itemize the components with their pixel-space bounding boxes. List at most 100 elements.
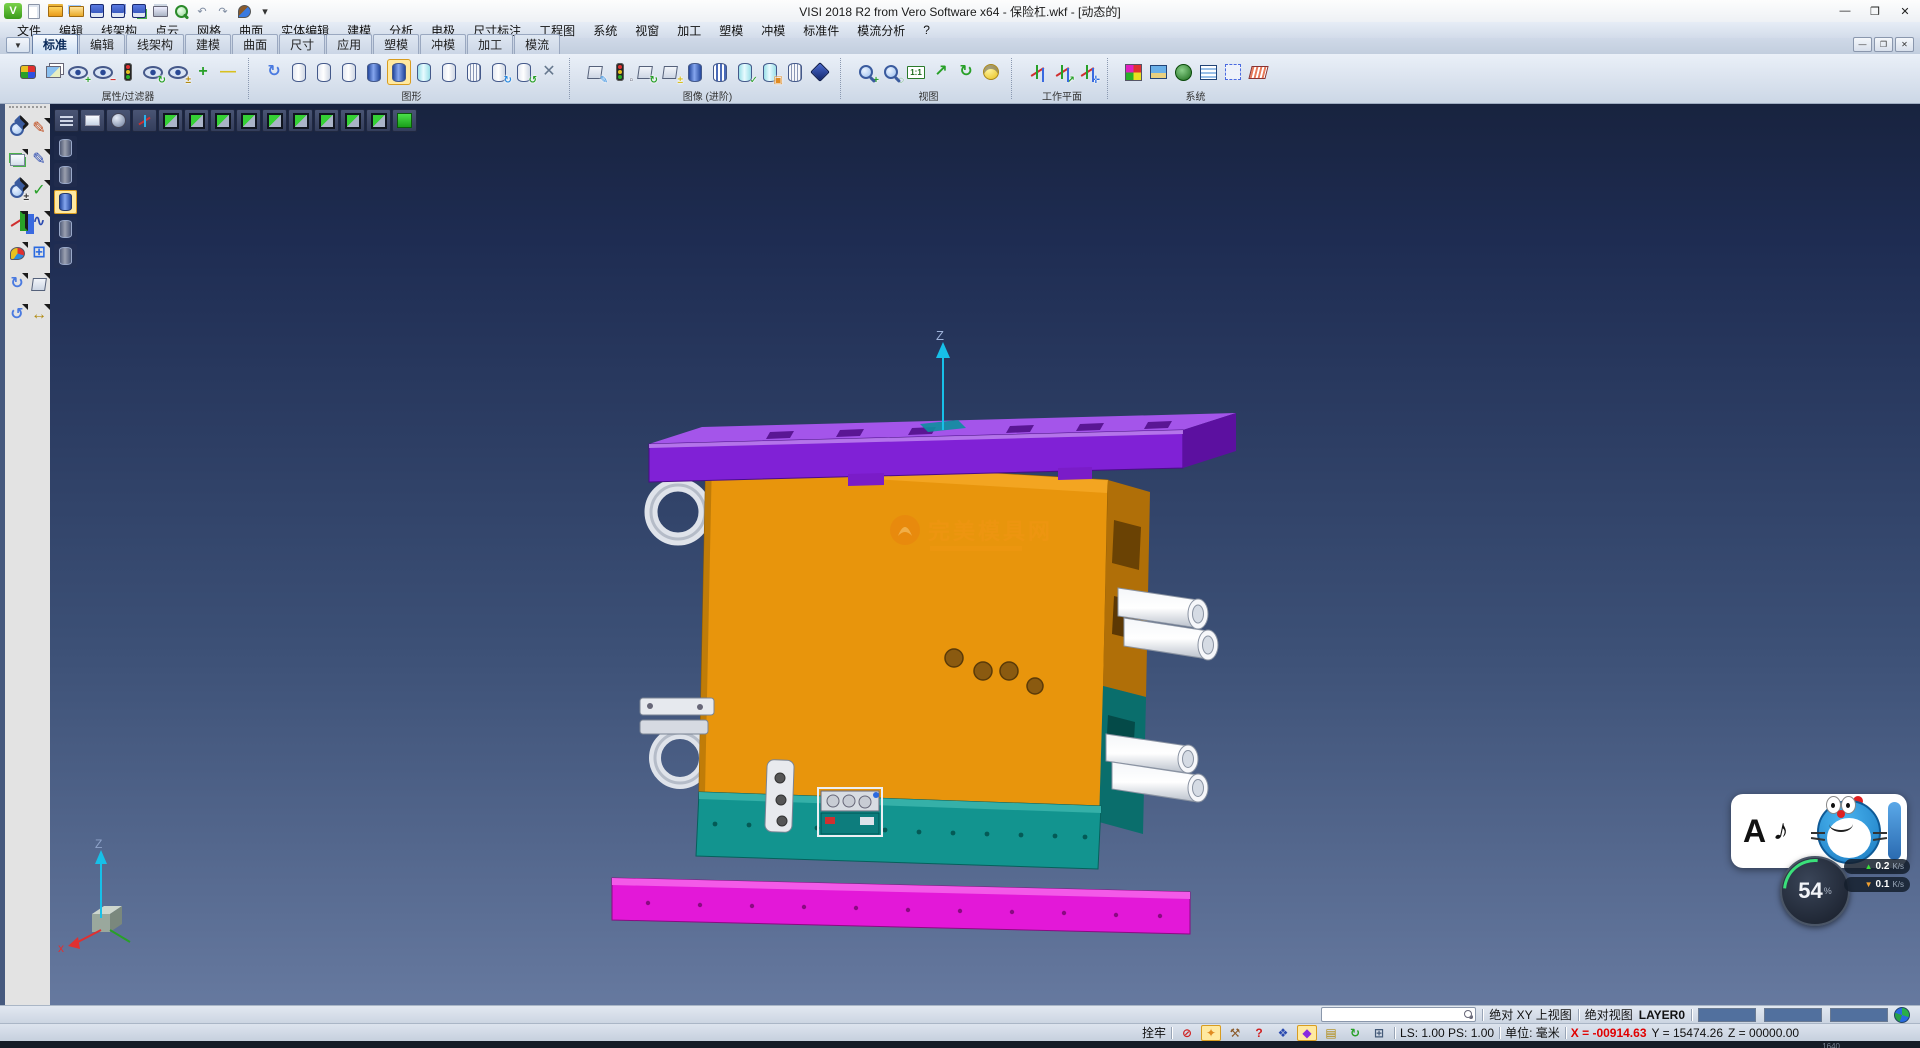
view-back-icon[interactable] <box>262 109 287 132</box>
color-table-icon[interactable] <box>1121 59 1145 85</box>
mdi-close-button[interactable]: ✕ <box>1895 37 1914 52</box>
visi-logo[interactable]: V <box>4 3 22 19</box>
viewport-3d[interactable]: 完美模具网 Z Z x <box>50 104 1920 1005</box>
auto-rotate-icon[interactable]: ↻ <box>1345 1025 1365 1041</box>
package-icon[interactable]: ❖ <box>1273 1025 1293 1041</box>
line-color-swatch[interactable] <box>1764 1008 1822 1022</box>
erase-icon[interactable]: ✎ <box>28 118 50 140</box>
shade-view-icon[interactable] <box>979 59 1003 85</box>
refresh-view-icon[interactable]: ↺ <box>6 304 28 326</box>
regen-graphics-icon[interactable]: ↻ <box>262 59 286 85</box>
ghost-cylinder-icon[interactable] <box>437 59 461 85</box>
view-plane-icon[interactable] <box>80 109 105 132</box>
tab-surface[interactable]: 曲面 <box>232 34 278 54</box>
save-as-button[interactable] <box>109 3 127 19</box>
menu-mould[interactable]: 塑模 <box>710 22 752 39</box>
build-tool-icon[interactable]: ⚒ <box>1225 1025 1245 1041</box>
entity-color-swatch[interactable] <box>1830 1008 1888 1022</box>
redo-button[interactable]: ↷ <box>214 3 232 19</box>
wireframe-cylinder-icon[interactable] <box>287 59 311 85</box>
regen-icon[interactable]: ↻ <box>6 273 28 295</box>
tab-apply[interactable]: 应用 <box>326 34 372 54</box>
render-modify-icon[interactable]: ± <box>658 59 682 85</box>
validate-cylinder-icon[interactable]: ✓ <box>733 59 757 85</box>
solid-snap-icon[interactable]: ◆ <box>1297 1025 1317 1041</box>
view-shade-all-icon[interactable] <box>392 109 417 132</box>
view-bottom-icon[interactable] <box>288 109 313 132</box>
open-recent-button[interactable] <box>67 3 85 19</box>
curve-icon[interactable]: ∿ <box>28 211 50 233</box>
shaded-edges-cylinder-icon[interactable] <box>387 59 411 85</box>
qa-more-button[interactable]: ▾ <box>256 3 274 19</box>
box-cylinder-icon[interactable]: ▣ <box>758 59 782 85</box>
render-edit-icon[interactable]: ✎ <box>583 59 607 85</box>
tab-flow[interactable]: 模流 <box>514 34 560 54</box>
filter-traffic-icon[interactable] <box>116 59 140 85</box>
recycle-cylinder-icon[interactable]: ↻ <box>487 59 511 85</box>
tab-mould[interactable]: 塑模 <box>373 34 419 54</box>
menu-system[interactable]: 系统 <box>584 22 626 39</box>
tab-stamping[interactable]: 冲模 <box>420 34 466 54</box>
save-all-button[interactable] <box>130 3 148 19</box>
update-cylinder-icon[interactable]: ↺ <box>512 59 536 85</box>
system-settings-icon[interactable] <box>1171 59 1195 85</box>
minimize-button[interactable]: — <box>1830 0 1860 22</box>
display-hidden-icon[interactable] <box>54 163 77 187</box>
tab-edit[interactable]: 编辑 <box>79 34 125 54</box>
assistant-button[interactable] <box>235 3 253 19</box>
workplane-mode-text[interactable]: 绝对 XY 上视图 <box>1489 1006 1571 1023</box>
solid-cube-icon[interactable] <box>28 273 50 295</box>
view-mode-text[interactable]: 绝对视图 <box>1585 1006 1633 1023</box>
zoom-in-icon[interactable]: + <box>854 59 878 85</box>
lock-label[interactable]: 拴牢 <box>1142 1024 1166 1041</box>
open-file-button[interactable] <box>46 3 64 19</box>
solid-cylinder-icon[interactable] <box>683 59 707 85</box>
plane-icon[interactable] <box>6 149 28 171</box>
rotate-view-icon[interactable]: ↻ <box>954 59 978 85</box>
window-grid-icon[interactable]: ⊞ <box>28 242 50 264</box>
render-refresh-icon[interactable]: ↻ <box>633 59 657 85</box>
display-ghost-icon[interactable] <box>54 217 77 241</box>
wire-cylinder-icon[interactable] <box>783 59 807 85</box>
query-icon[interactable]: ? <box>1249 1025 1269 1041</box>
sketch-pen-icon[interactable]: ✎ <box>28 149 50 171</box>
tab-machining[interactable]: 加工 <box>467 34 513 54</box>
mesh-cylinder-icon[interactable] <box>462 59 486 85</box>
view-left-icon[interactable] <box>210 109 235 132</box>
pick-highlight-icon[interactable]: ✦ <box>1201 1025 1221 1041</box>
menu-standard-parts[interactable]: 标准件 <box>794 22 848 39</box>
zoom-search-icon[interactable] <box>6 118 28 140</box>
search-input[interactable] <box>1321 1007 1476 1022</box>
display-shaded-icon[interactable] <box>54 190 77 214</box>
view-iso2-icon[interactable] <box>340 109 365 132</box>
workplane-entity-icon[interactable]: ↗ <box>1050 59 1074 85</box>
new-file-button[interactable] <box>25 3 43 19</box>
menu-help[interactable]: ? <box>914 23 939 37</box>
dashed-cylinder-icon[interactable] <box>337 59 361 85</box>
workplane-view-icon[interactable]: ✛ <box>1075 59 1099 85</box>
view-iso-icon[interactable] <box>314 109 339 132</box>
tab-dimension[interactable]: 尺寸 <box>279 34 325 54</box>
preview-button[interactable] <box>172 3 190 19</box>
menu-stamping[interactable]: 冲模 <box>752 22 794 39</box>
workplane-world-icon[interactable] <box>1025 59 1049 85</box>
mdi-minimize-button[interactable]: — <box>1853 37 1872 52</box>
save-button[interactable] <box>88 3 106 19</box>
display-wireframe-icon[interactable] <box>54 136 77 160</box>
confirm-check-icon[interactable]: ✓ <box>28 180 50 202</box>
graphics-settings-icon[interactable]: ✕ <box>537 59 561 85</box>
tab-modeling[interactable]: 建模 <box>185 34 231 54</box>
striped-cylinder-icon[interactable] <box>708 59 732 85</box>
toolbar-grip[interactable] <box>9 106 46 116</box>
remove-filter-icon[interactable]: — <box>216 59 240 85</box>
print-button[interactable] <box>151 3 169 19</box>
view-front-icon[interactable] <box>184 109 209 132</box>
attribute-copy-icon[interactable] <box>41 59 65 85</box>
refresh-visibility-icon[interactable]: ↻ <box>141 59 165 85</box>
menu-window[interactable]: 视窗 <box>626 22 668 39</box>
render-traffic-icon[interactable]: ▫ <box>608 59 632 85</box>
mdi-restore-button[interactable]: ❐ <box>1874 37 1893 52</box>
add-filter-icon[interactable]: + <box>191 59 215 85</box>
cavity-plate-front[interactable] <box>699 456 1108 806</box>
tab-dropdown-button[interactable]: ▼ <box>6 37 30 53</box>
